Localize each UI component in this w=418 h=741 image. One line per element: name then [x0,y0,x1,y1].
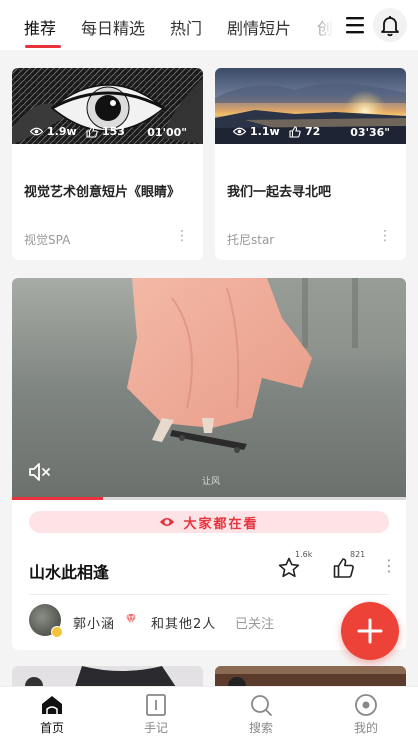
video-duration: 01'00" [147,126,187,139]
bell-icon [381,16,399,37]
menu-icon[interactable] [344,14,368,36]
video-card[interactable]: 1.1w 72 03'36" 我们一起去寻北吧 托尼star ⋮ [215,68,406,260]
tab-popular[interactable]: 热门 [170,15,202,39]
video-card[interactable]: 1.9w 153 01'00" 视觉艺术创意短片《眼睛》 视觉SPA ⋮ [12,68,203,260]
nav-item-search[interactable]: 搜索 [209,687,313,741]
like-count: 153 [86,125,125,138]
avatar[interactable] [29,604,63,638]
tab-daily-picks[interactable]: 每日精选 [81,15,145,39]
tab-drama-shorts[interactable]: 剧情短片 [227,15,291,39]
search-icon [251,695,272,716]
star-icon[interactable] [277,556,301,580]
verified-badge-icon [51,626,63,638]
nav-item-notes[interactable]: 手记 [104,687,208,741]
like-count: 821 [350,550,366,559]
active-tab-indicator [25,45,61,48]
nav-item-home[interactable]: 首页 [0,687,104,741]
notebook-icon [146,694,166,716]
coauthors-label[interactable]: 和其他2人 [151,613,216,632]
top-tab-bar: 推荐 每日精选 热门 剧情短片 创意 [0,0,418,50]
more-options-icon[interactable]: ⋮ [381,556,397,575]
plus-icon [357,618,383,644]
video-watermark: 让风 [202,477,221,487]
video-title: 视觉艺术创意短片《眼睛》 [24,185,181,200]
nav-item-profile[interactable]: 我的 [314,687,418,741]
author-name[interactable]: 托尼star [227,231,274,248]
featured-video-title: 山水此相逢 [29,563,110,582]
like-count: 72 [289,125,320,138]
video-title: 我们一起去寻北吧 [227,185,332,200]
follow-status[interactable]: 已关注 [235,613,274,632]
video-player[interactable]: 让风 [12,278,406,500]
favorite-count: 1.6k [295,550,313,559]
create-button[interactable] [341,602,399,660]
tab-recommended[interactable]: 推荐 [24,15,56,39]
thumbs-up-icon[interactable] [332,556,356,580]
trending-badge: 大家都在看 [29,511,389,533]
diamond-icon [126,613,136,625]
thumbs-up-icon [86,125,98,138]
author-name[interactable]: 郭小涵 [73,613,115,632]
playback-progress-bar[interactable] [12,497,406,500]
view-count: 1.9w [30,125,77,138]
author-name[interactable]: 视觉SPA [24,231,70,248]
notifications-button[interactable] [373,8,407,42]
profile-icon [355,694,377,716]
eye-icon [30,127,43,136]
bottom-nav: 首页 手记 搜索 我的 [0,686,418,741]
eye-icon [233,127,246,136]
eye-icon [160,518,175,526]
view-count: 1.1w [233,125,280,138]
video-duration: 03'36" [350,126,390,139]
thumbs-up-icon [289,125,301,138]
featured-video-card: 让风 大家都在看 山水此相逢 1.6k 821 ⋮ 郭小涵 和其他2人 已关注 [12,278,406,650]
more-options-icon[interactable]: ⋮ [378,228,392,244]
home-icon [42,696,62,714]
mute-icon[interactable] [28,461,54,483]
playback-progress-fill [12,497,103,500]
more-options-icon[interactable]: ⋮ [175,228,189,244]
